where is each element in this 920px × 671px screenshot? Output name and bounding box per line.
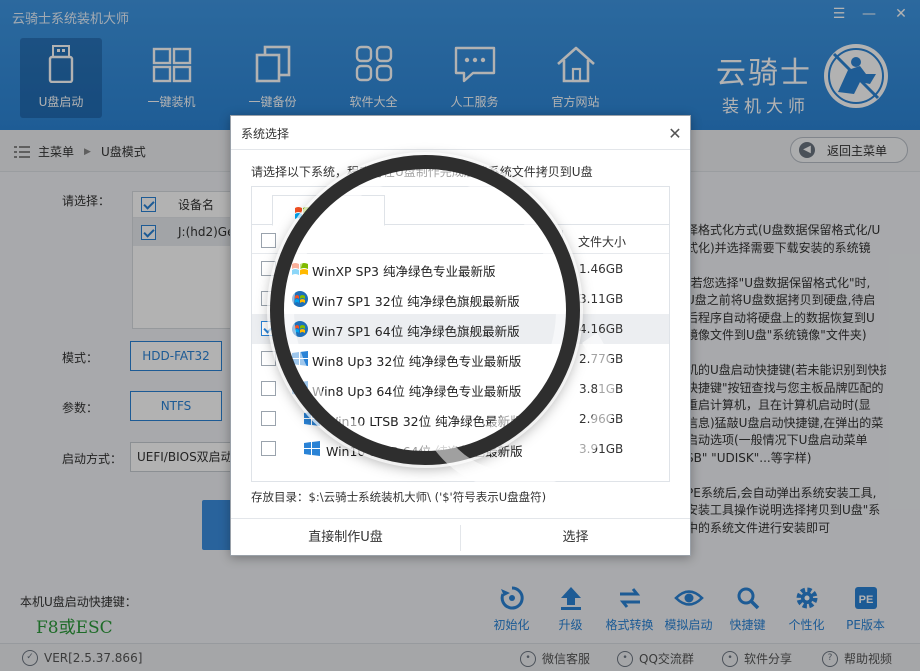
save-directory: 存放目录：$:\云骑士系统装机大师\ ('$'符号表示U盘盘符) — [251, 490, 547, 504]
system-size: 3.81GB — [579, 382, 624, 396]
select-all-checkbox[interactable] — [261, 233, 276, 248]
system-name: WinXP SP3 纯净绿色专业最新版 — [312, 264, 496, 279]
system-row-win8-32[interactable]: Win8 Up3 32位 纯净绿色专业最新版 2.77GB — [252, 344, 669, 374]
tab-windows[interactable] — [272, 195, 385, 226]
column-divider — [562, 230, 563, 250]
system-name: Win8 Up3 64位 纯净绿色专业最新版 — [312, 384, 522, 399]
dialog-intro: 请选择以下系统，程序将在U盘制作完成后将系统文件拷贝到U盘 — [251, 165, 593, 179]
system-size: 2.77GB — [579, 352, 624, 366]
system-size: 2.96GB — [579, 412, 624, 426]
system-list-header: 文件大小 — [252, 226, 669, 254]
make-usb-directly-button[interactable]: 直接制作U盘 — [231, 519, 460, 557]
select-button[interactable]: 选择 — [461, 519, 690, 557]
system-size: 1.46GB — [579, 262, 624, 276]
system-size: 3.91GB — [579, 442, 624, 456]
system-row-winxp-sp3[interactable]: WinXP SP3 纯净绿色专业最新版 1.46GB — [252, 254, 669, 284]
dialog-title: 系统选择 — [241, 127, 290, 141]
system-checkbox[interactable] — [261, 351, 276, 366]
size-column-header: 文件大小 — [578, 235, 627, 249]
system-name: Win8 Up3 32位 纯净绿色专业最新版 — [312, 354, 522, 369]
system-checkbox[interactable] — [261, 261, 276, 276]
system-size: 3.11GB — [579, 292, 624, 306]
system-row-win10-ltsb-64[interactable]: Win10 LTSB 64位 纯净绿色最新版 3.91GB — [252, 434, 669, 464]
system-checkbox[interactable] — [261, 441, 276, 456]
windows-10-icon — [304, 411, 320, 426]
windows-flag-icon — [295, 207, 311, 219]
system-select-dialog: 系统选择 ✕ 请选择以下系统，程序将在U盘制作完成后将系统文件拷贝到U盘 文件大… — [230, 115, 691, 556]
windows-8-icon — [292, 381, 308, 396]
dialog-footer: 直接制作U盘 选择 — [231, 518, 690, 556]
system-name: Win7 SP1 64位 纯净绿色旗舰最新版 — [312, 324, 520, 339]
system-row-win10-ltsb-32[interactable]: Win10 LTSB 32位 纯净绿色最新版 2.96GB — [252, 404, 669, 434]
windows-xp-icon — [292, 263, 308, 275]
system-row-win8-64[interactable]: Win8 Up3 64位 纯净绿色专业最新版 3.81GB — [252, 374, 669, 404]
system-row-win7-32[interactable]: Win7 SP1 32位 纯净绿色旗舰最新版 3.11GB — [252, 284, 669, 314]
system-checkbox[interactable] — [261, 321, 276, 336]
system-size: 4.16GB — [579, 322, 624, 336]
windows-7-icon — [292, 321, 308, 337]
divider — [231, 149, 690, 150]
windows-8-icon — [292, 351, 308, 366]
system-checkbox[interactable] — [261, 291, 276, 306]
windows-7-icon — [292, 291, 308, 307]
system-name: Win7 SP1 32位 纯净绿色旗舰最新版 — [312, 294, 520, 309]
system-name: Win10 LTSB 32位 纯净绿色最新版 — [326, 414, 523, 429]
tab-strip — [252, 187, 669, 226]
system-row-win7-64[interactable]: Win7 SP1 64位 纯净绿色旗舰最新版 4.16GB — [252, 314, 669, 344]
system-checkbox[interactable] — [261, 411, 276, 426]
system-checkbox[interactable] — [261, 381, 276, 396]
system-list-panel: 文件大小 WinXP SP3 纯净绿色专业最新版 1.46GB Win7 SP1… — [251, 186, 670, 482]
system-name: Win10 LTSB 64位 纯净绿色最新版 — [326, 444, 523, 459]
close-icon[interactable]: ✕ — [667, 124, 683, 143]
windows-10-icon — [304, 441, 320, 456]
